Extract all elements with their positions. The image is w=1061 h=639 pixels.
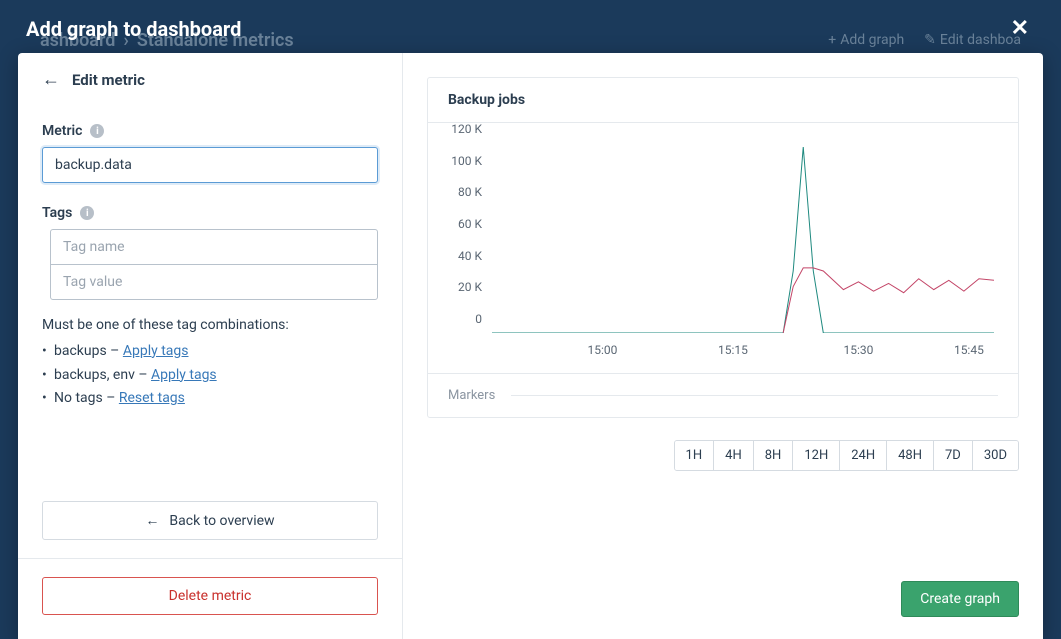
- tag-name-input[interactable]: [50, 229, 378, 265]
- y-tick: 60 K: [440, 217, 482, 231]
- apply-tags-link[interactable]: Apply tags: [123, 343, 189, 359]
- range-4h[interactable]: 4H: [714, 441, 754, 470]
- close-icon[interactable]: ✕: [1005, 16, 1035, 41]
- range-48h[interactable]: 48H: [887, 441, 934, 470]
- tag-combo-intro: Must be one of these tag combinations:: [42, 314, 378, 338]
- edit-metric-title: Edit metric: [72, 71, 145, 89]
- create-graph-button[interactable]: Create graph: [901, 581, 1019, 617]
- y-tick: 20 K: [440, 280, 482, 294]
- modal-title: Add graph to dashboard: [26, 17, 241, 41]
- chart-title: Backup jobs: [428, 78, 1018, 122]
- range-30d[interactable]: 30D: [973, 441, 1018, 470]
- x-tick: 15:30: [844, 343, 874, 357]
- y-tick: 100 K: [440, 154, 482, 168]
- chart-plot: 020 K40 K60 K80 K100 K120 K 15:0015:1515…: [444, 143, 1002, 363]
- x-tick: 15:15: [718, 343, 748, 357]
- apply-tags-link[interactable]: Apply tags: [151, 367, 217, 383]
- reset-tags-link[interactable]: Reset tags: [119, 390, 185, 406]
- metric-label: Metric: [42, 123, 82, 139]
- arrow-left-icon: ←: [145, 512, 159, 529]
- chart-series-series-a: [492, 147, 994, 333]
- range-1h[interactable]: 1H: [675, 441, 715, 470]
- metric-input[interactable]: [42, 147, 378, 183]
- range-7d[interactable]: 7D: [934, 441, 973, 470]
- back-to-overview-button[interactable]: ← Back to overview: [42, 501, 378, 540]
- delete-metric-button[interactable]: Delete metric: [42, 577, 378, 615]
- tag-combo-item: backups, env – Apply tags: [42, 364, 378, 388]
- info-icon[interactable]: i: [80, 206, 94, 220]
- tag-value-input[interactable]: [50, 264, 378, 300]
- x-tick: 15:45: [954, 343, 984, 357]
- range-12h[interactable]: 12H: [793, 441, 840, 470]
- markers-label: Markers: [448, 388, 495, 403]
- range-24h[interactable]: 24H: [840, 441, 887, 470]
- back-arrow-icon[interactable]: ←: [42, 69, 60, 90]
- info-icon[interactable]: i: [90, 124, 104, 138]
- tag-combo-item: No tags – Reset tags: [42, 387, 378, 411]
- y-tick: 120 K: [440, 122, 482, 136]
- range-8h[interactable]: 8H: [754, 441, 794, 470]
- chart-card: Backup jobs 020 K40 K60 K80 K100 K120 K …: [427, 77, 1019, 418]
- markers-line: [511, 395, 998, 396]
- time-range-group: 1H4H8H12H24H48H7D30D: [674, 440, 1019, 471]
- tags-label: Tags: [42, 205, 72, 221]
- add-graph-modal: Add graph to dashboard ✕ ← Edit metric M…: [18, 0, 1043, 639]
- y-tick: 40 K: [440, 249, 482, 263]
- y-tick: 80 K: [440, 185, 482, 199]
- x-tick: 15:00: [587, 343, 617, 357]
- tag-combo-item: backups – Apply tags: [42, 340, 378, 364]
- y-tick: 0: [440, 312, 482, 326]
